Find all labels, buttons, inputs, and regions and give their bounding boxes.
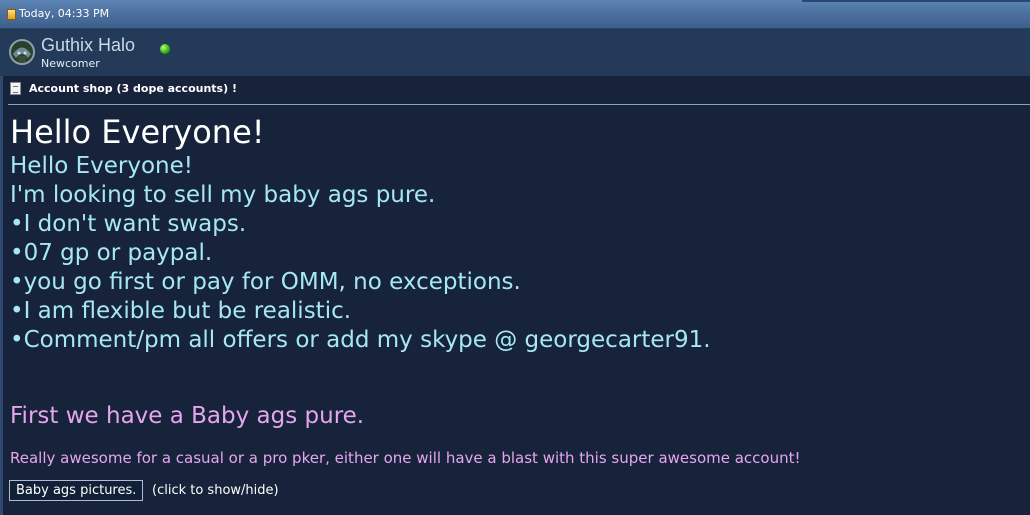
forum-post: Today, 04:33 PM Guthix Halo Newcomer Acc… [0, 0, 1030, 515]
post-body: Hello Everyone! Hello Everyone! I'm look… [10, 112, 1025, 355]
username-link[interactable]: Guthix Halo [41, 35, 135, 56]
body-line: I'm looking to sell my baby ags pure. [10, 182, 436, 208]
online-status-icon [160, 44, 170, 54]
body-line: •Comment/pm all offers or add my skype @… [10, 327, 711, 353]
post-date-icon [7, 9, 16, 20]
body-line: •you go first or pay for OMM, no excepti… [10, 269, 521, 295]
title-divider [8, 104, 1030, 105]
body-line: •07 gp or paypal. [10, 240, 213, 266]
section-heading: First we have a Baby ags pure. [10, 403, 365, 429]
body-line: Hello Everyone! [10, 153, 193, 179]
document-icon [10, 82, 21, 95]
post-date: Today, 04:33 PM [19, 7, 110, 20]
user-info-bar: Guthix Halo Newcomer [0, 29, 1030, 76]
spoiler-hint: (click to show/hide) [152, 483, 279, 498]
avatar[interactable] [8, 38, 36, 66]
account-description: Really awesome for a casual or a pro pke… [10, 449, 801, 467]
body-line: •I am flexible but be realistic. [10, 298, 352, 324]
post-header-bar: Today, 04:33 PM [0, 0, 1030, 29]
post-left-border [0, 76, 3, 515]
spoiler-toggle-button[interactable]: Baby ags pictures. [9, 480, 144, 501]
thread-title: Account shop (3 dope accounts) ! [29, 82, 237, 95]
body-line: •I don't want swaps. [10, 211, 247, 237]
user-title: Newcomer [41, 57, 100, 70]
post-heading: Hello Everyone! [10, 113, 265, 151]
header-accent [802, 0, 1030, 2]
